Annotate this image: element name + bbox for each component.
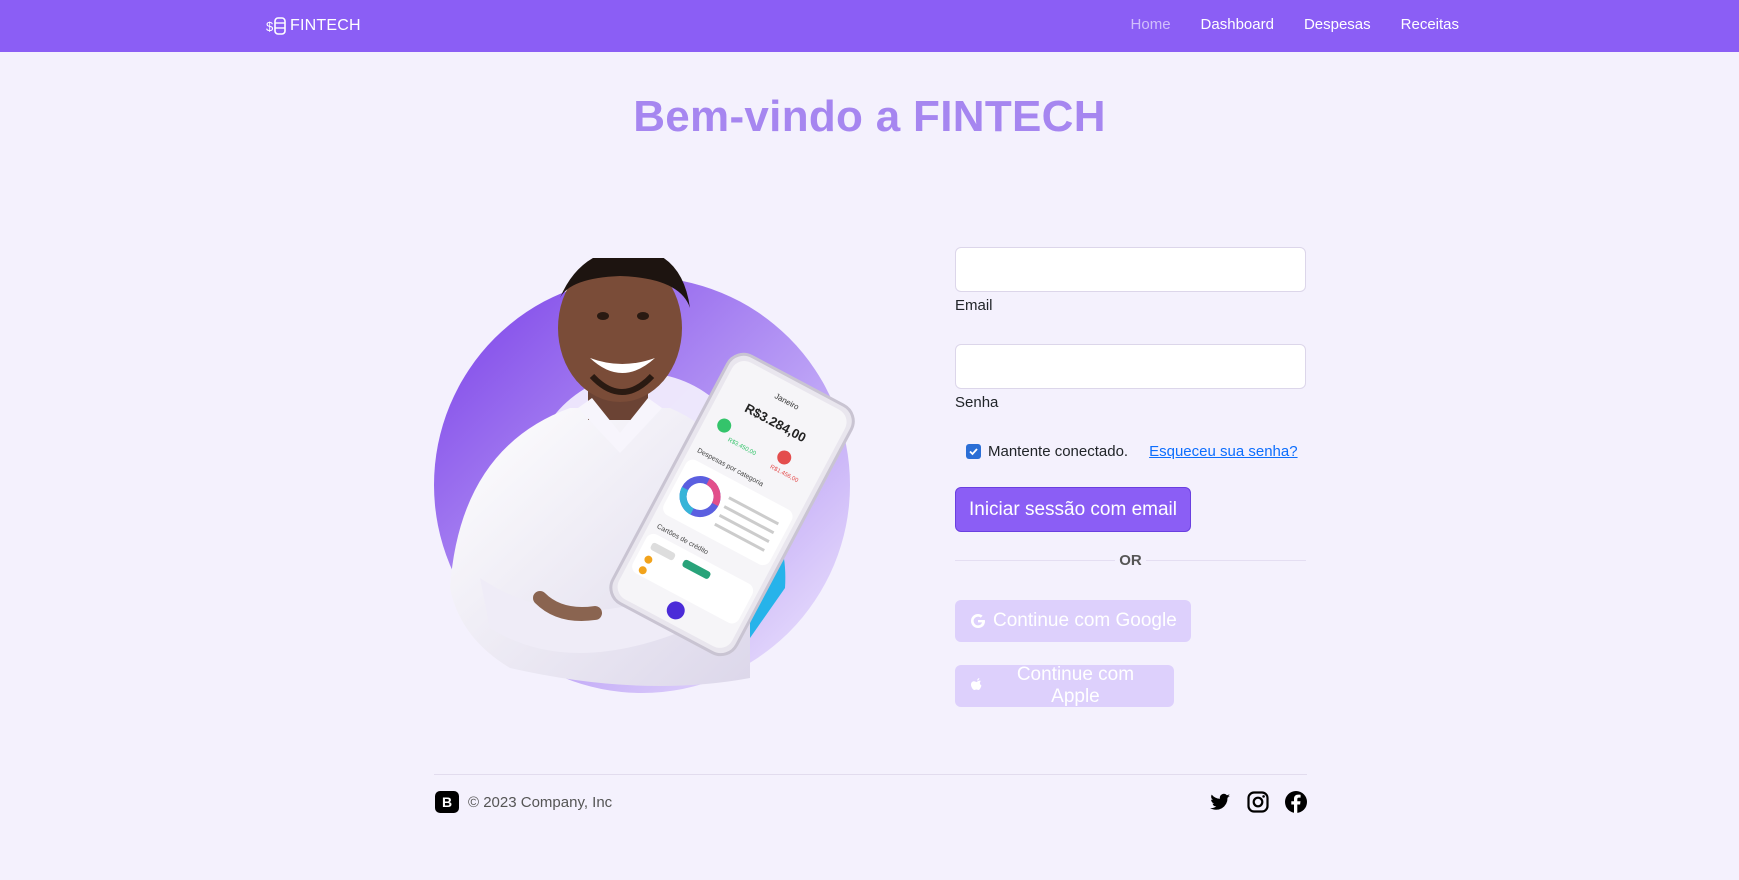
nav-home[interactable]: Home: [1131, 16, 1171, 33]
or-divider: OR: [955, 550, 1306, 570]
copyright-text: © 2023 Company, Inc: [468, 793, 613, 811]
brand-logo[interactable]: $ FINTECH: [266, 14, 361, 38]
bootstrap-logo-icon[interactable]: B: [434, 790, 460, 814]
nav-links: Home Dashboard Despesas Receitas: [1131, 16, 1459, 33]
email-group: Email: [955, 247, 1306, 314]
footer-divider: [434, 774, 1307, 775]
brand-name: FINTECH: [290, 17, 361, 34]
password-input[interactable]: [955, 344, 1306, 389]
nav-dashboard[interactable]: Dashboard: [1201, 16, 1274, 33]
nav-receitas[interactable]: Receitas: [1401, 16, 1459, 33]
check-icon: [969, 448, 978, 456]
money-stack-icon: $: [266, 17, 286, 35]
facebook-icon[interactable]: [1284, 790, 1308, 814]
hero-illustration: Janeiro R$3.284,00 R$3.450,00 R$1.456,00…: [434, 258, 855, 693]
page-title: Bem-vindo a FINTECH: [633, 92, 1106, 141]
apple-login-label: Continue com Apple: [1016, 664, 1135, 707]
instagram-icon[interactable]: [1246, 790, 1270, 814]
apple-login-button[interactable]: Continue com Apple: [955, 664, 1174, 707]
password-label: Senha: [955, 394, 999, 411]
password-group: Senha: [955, 344, 1306, 411]
email-input[interactable]: [955, 247, 1306, 292]
google-login-button[interactable]: Continue com Google: [955, 600, 1191, 642]
forgot-password-link[interactable]: Esqueceu sua senha?: [1149, 443, 1297, 460]
divider-line-right: [1146, 560, 1306, 561]
remember-row: Mantente conectado. Esqueceu sua senha?: [966, 443, 1306, 460]
navbar: $ FINTECH Home Dashboard Despesas Receit…: [0, 0, 1739, 52]
login-form: Email Senha Mantente conectado. Esqueceu…: [955, 247, 1306, 707]
twitter-icon[interactable]: [1208, 790, 1232, 814]
footer-copyright: B © 2023 Company, Inc: [434, 790, 612, 814]
nav-despesas[interactable]: Despesas: [1304, 16, 1371, 33]
svg-text:$: $: [266, 19, 274, 34]
google-icon: [971, 614, 985, 628]
svg-text:B: B: [442, 794, 452, 810]
email-login-button[interactable]: Iniciar sessão com email: [955, 487, 1191, 532]
email-label: Email: [955, 297, 993, 314]
remember-checkbox[interactable]: [966, 444, 981, 459]
apple-icon: [970, 678, 982, 690]
social-links: [1208, 790, 1308, 814]
remember-label[interactable]: Mantente conectado.: [988, 443, 1128, 460]
google-login-label: Continue com Google: [993, 610, 1177, 631]
